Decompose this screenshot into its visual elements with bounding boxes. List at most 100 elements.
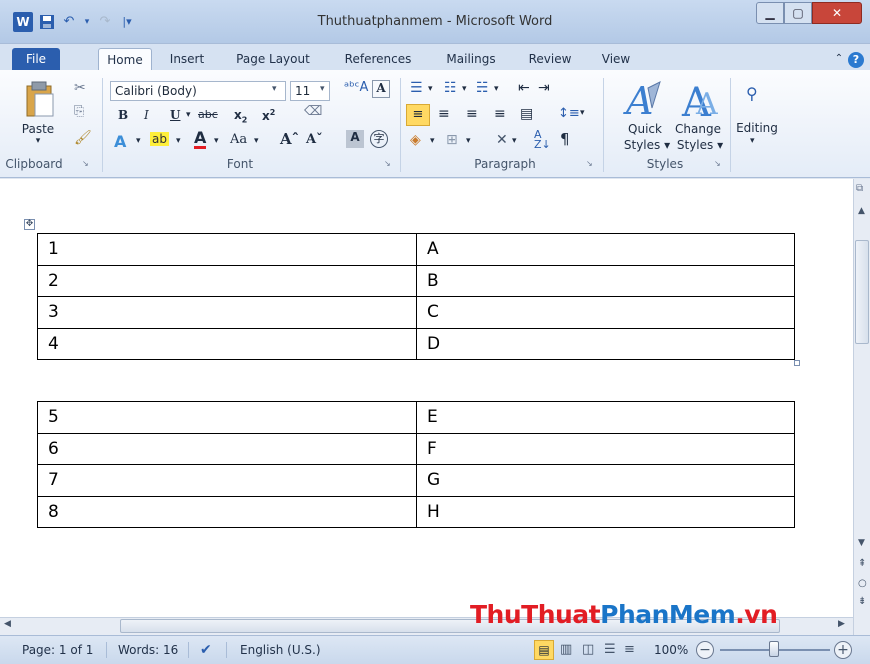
table-move-handle-icon[interactable]: ✥ [24, 219, 35, 230]
paste-dropdown-icon[interactable]: ▾ [28, 136, 48, 146]
change-styles-icon[interactable]: AA [676, 78, 720, 126]
table-cell[interactable]: F [416, 432, 795, 465]
table-2[interactable]: 5E 6F 7G 8H [37, 401, 795, 528]
asian-layout-dropdown-icon[interactable]: ▾ [512, 136, 517, 146]
editing-button[interactable]: Editing [734, 121, 780, 135]
distributed-icon[interactable]: ▤ [520, 106, 533, 122]
table-cell[interactable]: 6 [37, 432, 417, 465]
scroll-left-icon[interactable]: ◀ [4, 619, 11, 629]
font-color-dropdown-icon[interactable]: ▾ [214, 136, 219, 146]
page-count[interactable]: Page: 1 of 1 [22, 641, 93, 659]
tab-references[interactable]: References [340, 48, 416, 70]
font-name-dropdown-icon[interactable]: ▾ [272, 84, 277, 94]
underline-dropdown-icon[interactable]: ▾ [186, 110, 191, 120]
word-count[interactable]: Words: 16 [118, 641, 178, 659]
numbering-dropdown-icon[interactable]: ▾ [462, 84, 467, 94]
change-case-abc-icon[interactable]: ᵃᵇᶜA [344, 80, 368, 95]
scroll-up-icon[interactable]: ▲ [858, 206, 865, 216]
copy-icon[interactable]: ⎘ [74, 104, 84, 119]
paste-button[interactable]: Paste [18, 122, 58, 136]
change-case-dropdown-icon[interactable]: ▾ [254, 136, 259, 146]
minimize-ribbon-icon[interactable]: ⌃ [832, 48, 846, 70]
previous-page-icon[interactable]: ⇞ [858, 558, 866, 569]
numbering-icon[interactable]: ☷ [444, 80, 457, 96]
vertical-scroll-thumb[interactable] [855, 240, 869, 344]
language[interactable]: English (U.S.) [240, 641, 321, 659]
font-name-combo[interactable]: Calibri (Body) [110, 81, 286, 101]
subscript-icon[interactable]: x2 [234, 108, 247, 124]
minimize-button[interactable]: ▁ [756, 2, 784, 24]
table-cell[interactable]: B [416, 264, 795, 297]
print-layout-icon[interactable]: ▤ [534, 640, 554, 660]
enclose-characters-icon[interactable]: 字 [370, 130, 388, 148]
justify-icon[interactable]: ≡ [494, 106, 506, 122]
italic-icon[interactable]: I [144, 108, 149, 122]
zoom-out-icon[interactable]: − [696, 641, 714, 659]
format-painter-icon[interactable]: 🖌 [74, 130, 92, 146]
bold-icon[interactable]: B [118, 108, 128, 122]
paste-icon[interactable] [22, 78, 58, 122]
bullets-dropdown-icon[interactable]: ▾ [428, 84, 433, 94]
shading-icon[interactable]: ◈ [410, 132, 421, 148]
font-launcher-icon[interactable]: ↘ [384, 159, 391, 168]
font-size-dropdown-icon[interactable]: ▾ [320, 84, 325, 94]
quick-styles-label[interactable]: Quick [620, 122, 670, 136]
table-cell[interactable]: 5 [37, 401, 417, 434]
change-case-icon[interactable]: Aa [230, 132, 247, 147]
show-marks-icon[interactable]: ¶ [560, 130, 570, 148]
table-cell[interactable]: G [416, 464, 795, 497]
superscript-icon[interactable]: x2 [262, 108, 275, 123]
table-cell[interactable]: D [416, 327, 795, 360]
tab-review[interactable]: Review [526, 48, 574, 70]
shading-dropdown-icon[interactable]: ▾ [430, 136, 435, 146]
shrink-font-icon[interactable]: Aˇ [306, 132, 323, 147]
proofing-icon[interactable]: ✔ [200, 641, 212, 659]
decrease-indent-icon[interactable]: ⇤ [518, 80, 530, 96]
character-border-icon[interactable]: A [372, 80, 390, 98]
clipboard-launcher-icon[interactable]: ↘ [82, 159, 89, 168]
tab-mailings[interactable]: Mailings [440, 48, 502, 70]
paragraph-launcher-icon[interactable]: ↘ [586, 159, 593, 168]
character-shading-icon[interactable]: A [346, 130, 364, 148]
grow-font-icon[interactable]: Aˆ [280, 130, 299, 148]
cut-icon[interactable]: ✂ [74, 80, 86, 96]
table-cell[interactable]: C [416, 296, 795, 329]
tab-home[interactable]: Home [98, 48, 152, 71]
borders-dropdown-icon[interactable]: ▾ [466, 136, 471, 146]
table-cell[interactable]: 2 [37, 264, 417, 297]
quick-styles-label-2[interactable]: Styles ▾ [622, 138, 672, 152]
draft-icon[interactable]: ≡ [624, 641, 635, 659]
change-styles-label-2[interactable]: Styles ▾ [674, 138, 726, 152]
next-page-icon[interactable]: ⇟ [858, 596, 866, 607]
binoculars-icon[interactable]: ⚲ [746, 84, 758, 103]
table-cell[interactable]: 7 [37, 464, 417, 497]
line-spacing-dropdown-icon[interactable]: ▾ [580, 108, 585, 118]
clear-formatting-icon[interactable]: ⌫ [304, 104, 322, 119]
tab-view[interactable]: View [598, 48, 634, 70]
increase-indent-icon[interactable]: ⇥ [538, 80, 550, 96]
tab-file[interactable]: File [12, 48, 60, 70]
zoom-level[interactable]: 100% [654, 641, 688, 659]
table-1[interactable]: 1A 2B 3C 4D [37, 233, 795, 360]
table-cell[interactable]: A [416, 233, 795, 266]
maximize-button[interactable]: ▢ [784, 2, 812, 24]
quick-styles-icon[interactable]: A [622, 78, 666, 123]
table-cell[interactable]: H [416, 495, 795, 528]
table-resize-handle[interactable] [794, 360, 800, 366]
borders-icon[interactable]: ⊞ [446, 132, 458, 148]
line-spacing-icon[interactable]: ↕≡ [558, 106, 580, 121]
close-button[interactable]: ✕ [812, 2, 862, 24]
tab-insert[interactable]: Insert [164, 48, 210, 70]
multilevel-list-icon[interactable]: ☵ [476, 80, 489, 96]
strikethrough-icon[interactable]: abc [198, 108, 218, 121]
styles-launcher-icon[interactable]: ↘ [714, 159, 721, 168]
table-cell[interactable]: 8 [37, 495, 417, 528]
align-left-icon[interactable]: ≡ [406, 104, 430, 126]
zoom-in-icon[interactable]: + [834, 641, 852, 659]
highlight-icon[interactable]: ab [150, 132, 169, 146]
table-cell[interactable]: E [416, 401, 795, 434]
align-right-icon[interactable]: ≡ [466, 106, 478, 122]
scroll-right-icon[interactable]: ▶ [838, 619, 845, 629]
table-cell[interactable]: 1 [37, 233, 417, 266]
editing-dropdown-icon[interactable]: ▾ [750, 136, 755, 146]
